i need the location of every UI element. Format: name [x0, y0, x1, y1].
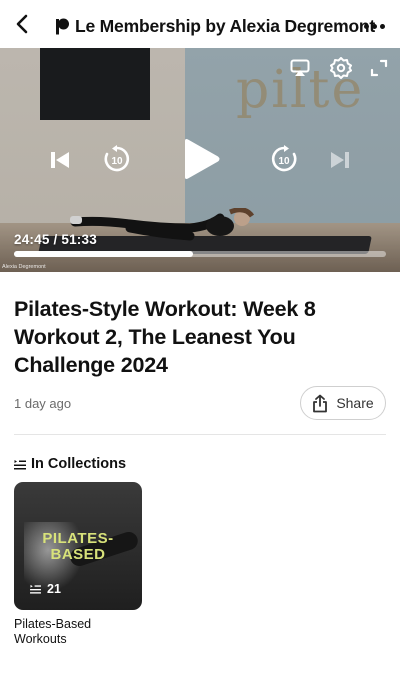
- skip-next-icon: [331, 152, 349, 168]
- rewind-10-icon: 10: [104, 145, 130, 172]
- collection-card[interactable]: PILATES- BASED 21: [14, 482, 142, 610]
- patreon-logo-icon: [56, 18, 69, 34]
- collection-cover-text-line2: BASED: [50, 546, 106, 563]
- play-icon: [185, 139, 220, 179]
- play-button[interactable]: [180, 138, 222, 180]
- fullscreen-icon: [370, 59, 388, 77]
- forward-10-icon: 10: [271, 145, 297, 172]
- forward-seconds-label: 10: [278, 156, 290, 167]
- post-title: Pilates-Style Workout: Week 8 Workout 2,…: [14, 297, 316, 377]
- settings-gear-icon: [330, 57, 352, 79]
- collections-heading-label: In Collections: [31, 456, 127, 472]
- previous-button[interactable]: [49, 149, 71, 171]
- post-age: 1 day ago: [14, 396, 72, 411]
- top-nav-bar: Le Membership by Alexia Degremont: [0, 0, 400, 48]
- forward-10-button[interactable]: 10: [269, 144, 299, 174]
- video-settings-button[interactable]: [329, 57, 353, 79]
- more-horizontal-icon: [363, 23, 369, 29]
- back-button[interactable]: [10, 12, 34, 36]
- share-button[interactable]: Share: [300, 386, 386, 420]
- video-player[interactable]: pilte 10 10 24:45 / 51:33 Alexia Degremo…: [0, 48, 400, 272]
- collection-cover-text-line1: PILATES-: [42, 530, 114, 547]
- collection-count-value: 21: [47, 582, 61, 596]
- next-button[interactable]: [329, 149, 351, 171]
- more-options-button[interactable]: [362, 14, 386, 38]
- airplay-icon: [290, 59, 310, 76]
- video-watermark: Alexia Degremont: [2, 264, 46, 270]
- airplay-button[interactable]: [289, 58, 311, 78]
- collection-list-icon: [30, 584, 41, 594]
- creator-page-title: Le Membership by Alexia Degremont: [75, 15, 376, 36]
- collection-item-count: 21: [30, 582, 61, 596]
- chevron-left-icon: [16, 14, 28, 34]
- skip-previous-icon: [51, 152, 69, 168]
- header-title-group[interactable]: Le Membership by Alexia Degremont: [56, 14, 375, 38]
- collection-list-icon: [14, 459, 26, 469]
- collection-title[interactable]: Pilates-Based Workouts: [14, 617, 144, 647]
- bottom-safe-area: [0, 678, 400, 698]
- video-progress-fill: [14, 251, 193, 257]
- video-time-display: 24:45 / 51:33: [14, 232, 97, 247]
- video-progress-bar[interactable]: [14, 251, 386, 257]
- rewind-seconds-label: 10: [111, 156, 123, 167]
- rewind-10-button[interactable]: 10: [102, 144, 132, 174]
- share-label: Share: [336, 395, 374, 411]
- fullscreen-button[interactable]: [369, 58, 389, 78]
- share-icon: [313, 394, 328, 412]
- collections-heading: In Collections: [14, 456, 126, 472]
- section-divider: [14, 434, 386, 435]
